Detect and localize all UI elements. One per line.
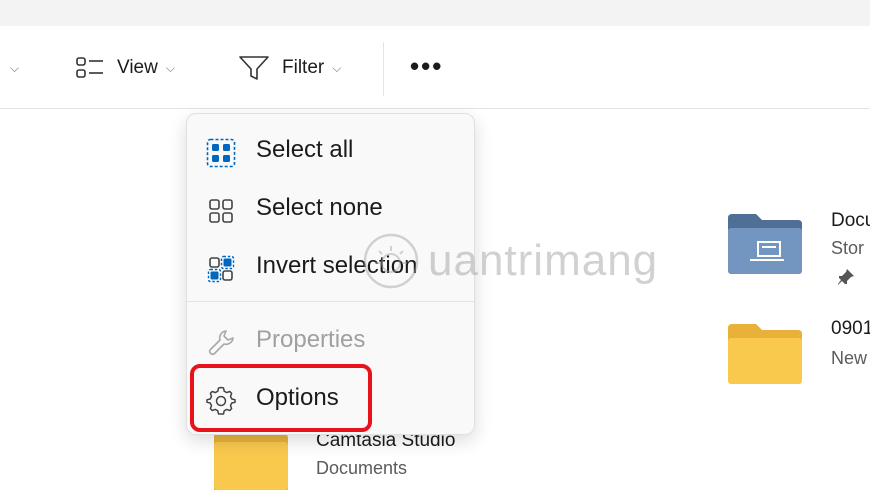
title-strip xyxy=(0,0,870,26)
file-location: Stor xyxy=(831,238,865,258)
prev-dropdown-chevron[interactable]: ⌵ xyxy=(10,56,19,80)
documents-folder-icon xyxy=(728,214,802,274)
filter-label: Filter xyxy=(282,57,325,78)
wrench-icon xyxy=(208,330,234,356)
invert-selection-icon xyxy=(207,255,235,283)
sun-logo-icon xyxy=(363,233,419,289)
file-name: 0901 xyxy=(831,318,870,339)
menu-item-label: Properties xyxy=(256,326,366,353)
chevron-down-icon: ⌵ xyxy=(165,60,175,75)
menu-item-properties: Properties xyxy=(187,317,474,363)
view-button[interactable]: View ⌵ xyxy=(75,56,175,80)
menu-item-label: Select none xyxy=(256,194,383,221)
toolbar-divider xyxy=(383,42,384,96)
view-icon xyxy=(76,57,103,78)
file-name: Docu xyxy=(831,210,870,231)
menu-item-select-none[interactable]: Select none xyxy=(187,185,474,231)
view-label: View xyxy=(117,57,158,78)
filter-icon xyxy=(239,56,269,80)
select-none-icon xyxy=(209,199,233,223)
command-bar: ⌵ View ⌵ Filter ⌵ ••• xyxy=(0,26,870,109)
folder-icon xyxy=(728,324,802,384)
folder-icon xyxy=(214,428,288,490)
file-location: New xyxy=(831,348,868,368)
select-all-icon xyxy=(206,138,236,168)
file-location: Documents xyxy=(316,458,408,478)
highlight-box xyxy=(190,364,372,432)
menu-item-select-all[interactable]: Select all xyxy=(187,127,474,173)
chevron-down-icon: ⌵ xyxy=(332,60,342,75)
filter-button[interactable]: Filter ⌵ xyxy=(238,56,341,80)
watermark-text: uantrimang xyxy=(428,236,659,285)
pin-icon xyxy=(838,269,854,285)
menu-divider xyxy=(187,301,474,302)
more-options-button[interactable]: ••• xyxy=(410,53,443,79)
watermark: uantrimang xyxy=(362,232,658,290)
menu-item-label: Select all xyxy=(256,136,354,163)
